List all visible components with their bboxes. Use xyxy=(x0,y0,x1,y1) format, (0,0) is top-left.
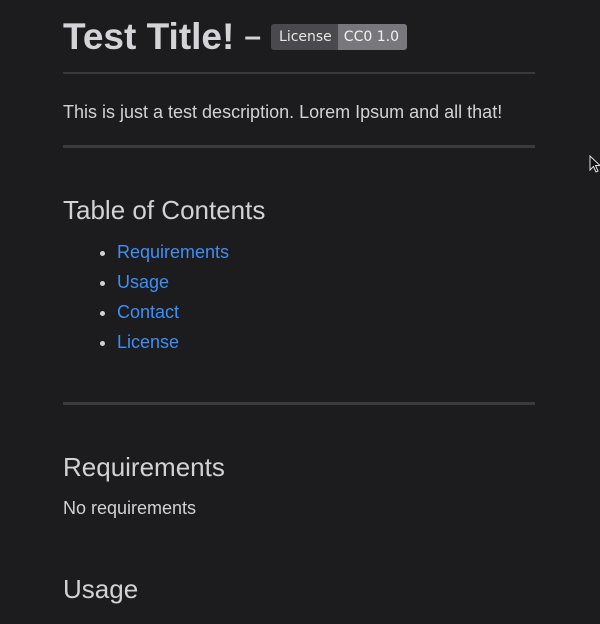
toc-link-license[interactable]: License xyxy=(117,332,179,352)
license-badge[interactable]: License CC0 1.0 xyxy=(271,24,407,50)
toc-link-usage[interactable]: Usage xyxy=(117,272,169,292)
requirements-heading: Requirements xyxy=(63,452,225,482)
list-item: Contact xyxy=(117,298,229,328)
badge-label: License xyxy=(271,24,338,50)
page-title: Test Title! – License CC0 1.0 xyxy=(63,16,407,58)
list-item: Requirements xyxy=(117,238,229,268)
toc-link-requirements[interactable]: Requirements xyxy=(117,242,229,262)
list-item: License xyxy=(117,328,229,358)
toc-heading: Table of Contents xyxy=(63,195,266,225)
divider xyxy=(63,402,535,405)
description: This is just a test description. Lorem I… xyxy=(63,102,503,122)
requirements-text: No requirements xyxy=(63,498,197,518)
toc-list: Requirements Usage Contact License xyxy=(63,238,229,358)
title-text: Test Title! xyxy=(63,16,235,57)
badge-value: CC0 1.0 xyxy=(337,24,407,50)
title-separator: – xyxy=(244,20,262,53)
divider xyxy=(63,72,535,74)
toc-link-contact[interactable]: Contact xyxy=(117,302,179,322)
list-item: Usage xyxy=(117,268,229,298)
usage-heading: Usage xyxy=(63,574,139,604)
divider xyxy=(63,145,535,148)
mouse-cursor-icon xyxy=(589,155,600,173)
